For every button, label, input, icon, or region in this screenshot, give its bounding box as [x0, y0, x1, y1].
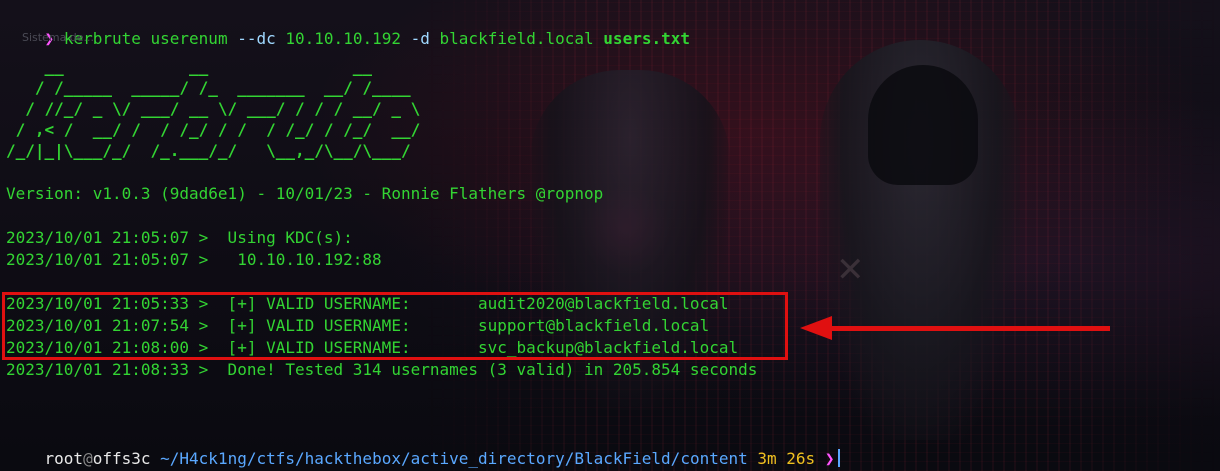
banner-line: / /_____ _____/ /_ _______ __/ /____: [6, 78, 421, 97]
prompt-duration: 3m 26s: [757, 449, 816, 468]
banner-line: / //_/ _ \/ ___/ __ \/ ___/ / / / __/ _ …: [6, 99, 421, 118]
command-users-file: users.txt: [603, 29, 690, 48]
output-line-kdc: 2023/10/01 21:05:07 > Using KDC(s):: [6, 228, 353, 247]
banner-line: /_/|_|\___/_/ /_.___/_/ \__,_/\__/\___/: [6, 141, 421, 160]
banner-line: __ __ __: [6, 57, 421, 76]
autocomplete-hint: Sistema de...: [22, 31, 95, 44]
annotation-arrow-head: [800, 316, 832, 340]
done-line: 2023/10/01 21:08:33 > Done! Tested 314 u…: [6, 360, 758, 379]
command-domain: blackfield.local: [439, 29, 594, 48]
kerbrute-banner: __ __ __ / /_____ _____/ /_ _______ __/ …: [6, 56, 420, 161]
version-line: Version: v1.0.3 (9dad6e1) - 10/01/23 - R…: [6, 184, 604, 203]
command-dc-value: 10.10.10.192: [285, 29, 401, 48]
output-line-kdc-address: 2023/10/01 21:05:07 > 10.10.10.192:88: [6, 250, 382, 269]
banner-line: / ,< / __/ / / /_/ / / / /_/ / /_/ __/: [6, 120, 421, 139]
command-flag-d: -d: [410, 29, 430, 48]
prompt-path: ~/H4ck1ng/ctfs/hackthebox/active_directo…: [160, 449, 748, 468]
highlight-box: [2, 292, 788, 360]
prompt-host: offs3c: [92, 449, 151, 468]
prompt-at: @: [83, 449, 93, 468]
prompt-arrow-icon: ❯: [824, 449, 835, 468]
background-hood: [868, 65, 978, 185]
prompt-user: root: [44, 449, 84, 468]
annotation-arrow-shaft: [830, 326, 1110, 331]
shell-prompt[interactable]: root@offs3c ~/H4ck1ng/ctfs/hackthebox/ac…: [6, 426, 841, 471]
terminal-window[interactable]: ✕ ❯ kerbrute userenum --dc 10.10.10.192 …: [0, 0, 1220, 471]
text-cursor[interactable]: [838, 449, 841, 467]
command-flag-dc: --dc: [237, 29, 276, 48]
background-x-mark: ✕: [836, 250, 865, 290]
